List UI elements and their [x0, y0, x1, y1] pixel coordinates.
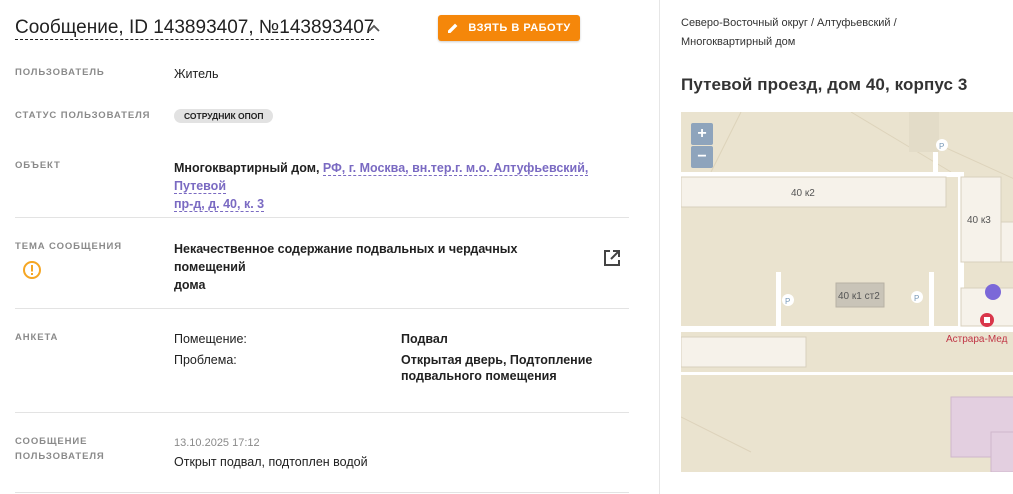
parking-icon: P	[939, 142, 944, 151]
survey-value: Подвал	[401, 332, 448, 346]
object-label: ОБЪЕКТ	[15, 160, 61, 171]
zoom-out-button[interactable]: −	[691, 146, 713, 168]
poi-label: Астрара-Мед	[946, 334, 1008, 345]
warning-icon	[23, 261, 41, 279]
message-timestamp: 13.10.2025 17:12	[174, 437, 260, 449]
object-type: Многоквартирный дом,	[174, 161, 323, 175]
divider	[15, 217, 629, 218]
building-label: 40 к1 ст2	[838, 291, 880, 302]
take-to-work-button[interactable]: ВЗЯТЬ В РАБОТУ	[438, 15, 580, 41]
divider	[15, 308, 629, 309]
topic-line: дома	[174, 278, 206, 292]
user-value: Житель	[174, 67, 219, 81]
message-panel: Сообщение, ID 143893407, №143893407 ВЗЯТ…	[0, 0, 660, 494]
topic-label: ТЕМА СООБЩЕНИЯ	[15, 241, 122, 252]
breadcrumb: Северо-Восточный округ / Алтуфьевский / …	[681, 17, 897, 48]
message-text: Открыт подвал, подтоплен водой	[174, 455, 368, 469]
address-title: Путевой проезд, дом 40, корпус 3	[681, 75, 968, 94]
user-message-label: СООБЩЕНИЕ ПОЛЬЗОВАТЕЛЯ	[15, 436, 105, 462]
chevron-up-icon[interactable]	[366, 20, 382, 36]
status-badge: СОТРУДНИК ОПОП	[174, 109, 274, 123]
building-label: 40 к3	[967, 215, 991, 226]
survey-key: Проблема:	[174, 353, 237, 367]
map-canvas: 40 к2 40 к3 40 к1 ст2 P P P Астрара-Мед	[681, 112, 1013, 472]
user-status-label: СТАТУС ПОЛЬЗОВАТЕЛЯ	[15, 110, 151, 121]
user-label: ПОЛЬЗОВАТЕЛЬ	[15, 67, 105, 78]
page-title: Сообщение, ID 143893407, №143893407	[15, 17, 375, 40]
survey-label: АНКЕТА	[15, 332, 59, 343]
pencil-icon	[448, 23, 458, 33]
parking-icon: P	[785, 297, 790, 306]
external-link-icon[interactable]	[601, 247, 623, 269]
take-to-work-label: ВЗЯТЬ В РАБОТУ	[468, 22, 571, 34]
survey-key: Помещение:	[174, 332, 247, 346]
zoom-in-button[interactable]: +	[691, 123, 713, 145]
parking-icon: P	[914, 294, 919, 303]
topic-value: Некачественное содержание подвальных и ч…	[174, 240, 584, 294]
topic-line: Некачественное содержание подвальных и ч…	[174, 242, 518, 274]
survey-value: Открытая дверь, Подтопление подвального …	[401, 353, 593, 383]
map-view[interactable]: 40 к2 40 к3 40 к1 ст2 P P P Астрара-Мед …	[681, 112, 1013, 472]
divider	[15, 492, 629, 493]
building-label: 40 к2	[791, 188, 815, 199]
location-marker-icon[interactable]	[985, 284, 1001, 300]
object-address-link-cont[interactable]: пр-д, д. 40, к. 3	[174, 197, 265, 212]
location-panel: Северо-Восточный округ / Алтуфьевский / …	[660, 0, 1013, 494]
divider	[15, 412, 629, 413]
object-value: Многоквартирный дом, РФ, г. Москва, вн.т…	[174, 159, 624, 213]
